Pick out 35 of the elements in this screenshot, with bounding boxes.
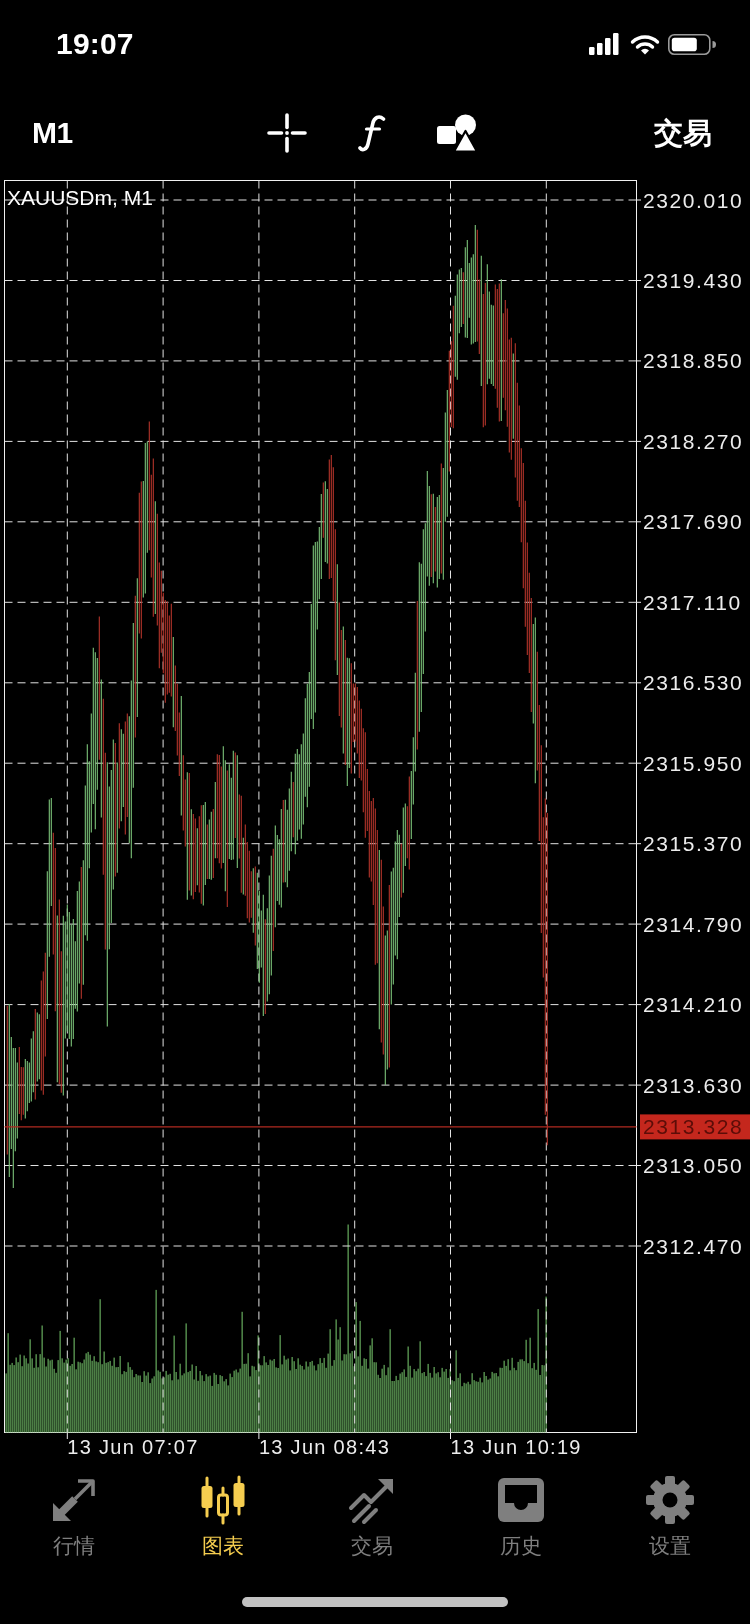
signal-icon bbox=[589, 33, 619, 55]
time-axis-label: 13 Jun 10:19 bbox=[450, 1436, 582, 1458]
price-axis-label: 2319.430 bbox=[643, 269, 744, 292]
time-axis-label: 13 Jun 07:07 bbox=[67, 1436, 199, 1458]
tab[interactable]: 图表 bbox=[148, 1470, 298, 1564]
price-axis-label: 2314.210 bbox=[643, 993, 744, 1017]
price-axis-label: 2315.950 bbox=[643, 751, 744, 775]
status-time: 19:07 bbox=[56, 26, 134, 62]
price-axis-label: 2313.050 bbox=[643, 1154, 744, 1177]
price-axis-label: 2317.110 bbox=[643, 590, 742, 614]
price-axis-label: 2315.370 bbox=[643, 832, 744, 856]
tab[interactable]: 行情 bbox=[0, 1470, 149, 1564]
price-axis-label: 2320.010 bbox=[643, 188, 744, 212]
wifi-icon bbox=[630, 33, 660, 55]
inbox-icon[interactable] bbox=[495, 1475, 546, 1525]
timeframe-button[interactable]: M1 bbox=[32, 115, 73, 151]
price-axis-label: 2318.270 bbox=[643, 429, 744, 453]
tab[interactable]: 历史 bbox=[446, 1470, 596, 1564]
trade-button[interactable]: 交易 bbox=[654, 115, 712, 151]
shapes-icon[interactable] bbox=[437, 114, 477, 152]
price-axis-label: 2318.850 bbox=[643, 349, 744, 373]
gear-icon[interactable] bbox=[644, 1475, 695, 1525]
current-price-tag: 2313.328 bbox=[640, 1114, 750, 1140]
function-icon[interactable] bbox=[358, 114, 386, 152]
price-axis-label: 2316.530 bbox=[643, 671, 744, 695]
price-axis-label: 2313.630 bbox=[643, 1073, 744, 1097]
price-axis-label: 2314.790 bbox=[643, 912, 744, 936]
price-axis-label: 2312.470 bbox=[643, 1234, 744, 1258]
battery-icon bbox=[668, 33, 716, 55]
chart-title: XAUUSDm, M1 bbox=[7, 186, 153, 209]
price-axis-label: 2317.690 bbox=[643, 510, 744, 534]
time-axis-label: 13 Jun 08:43 bbox=[258, 1436, 391, 1458]
tab[interactable]: 设置 bbox=[595, 1470, 744, 1564]
tab[interactable]: 交易 bbox=[297, 1470, 447, 1564]
crosshair-icon[interactable] bbox=[267, 113, 307, 153]
